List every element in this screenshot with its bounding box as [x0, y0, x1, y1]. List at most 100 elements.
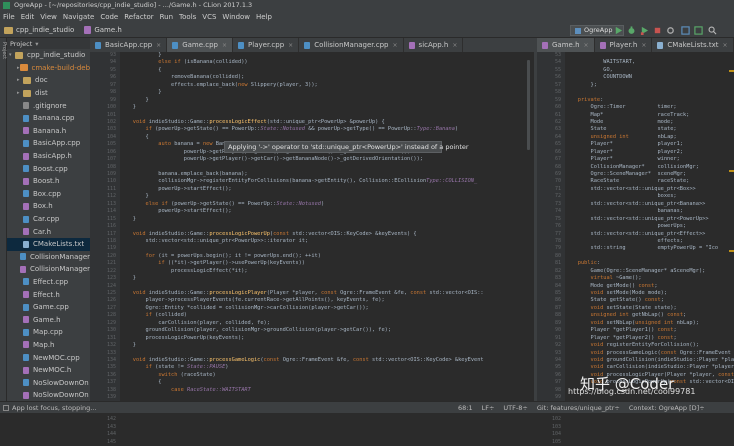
settings-icon[interactable]: [666, 26, 675, 35]
close-tab-icon[interactable]: ×: [156, 42, 161, 49]
line-number: 142: [106, 416, 116, 423]
breadcrumb-project[interactable]: cpp_indie_studio: [4, 26, 74, 34]
editor-tab[interactable]: BasicApp.cpp ×: [90, 38, 168, 52]
warning-stripe-marker[interactable]: [729, 170, 734, 172]
editor-tab[interactable]: Player.h ×: [595, 38, 653, 52]
menu-navigate[interactable]: Navigate: [63, 13, 94, 21]
line-number: 68: [554, 163, 561, 170]
git-branch[interactable]: Git: features/unique_ptr÷: [537, 404, 620, 412]
profile-icon[interactable]: [640, 26, 649, 35]
editor-tab[interactable]: Player.cpp ×: [233, 38, 300, 52]
project-tree-item[interactable]: Effect.h: [7, 288, 90, 301]
editor-tab[interactable]: CMakeLists.txt ×: [652, 38, 734, 52]
code-line: }: [120, 342, 136, 349]
breadcrumb-file[interactable]: Game.h: [84, 26, 122, 34]
stop-icon[interactable]: [653, 26, 662, 35]
project-tree-item-label: Car.h: [33, 227, 52, 236]
project-tree-item[interactable]: Car.cpp: [7, 213, 90, 226]
cmake-file-icon: [657, 41, 664, 49]
project-tree-item[interactable]: ▸cmake-build-debug: [7, 62, 90, 75]
editor-tab[interactable]: CollisionManager.cpp ×: [299, 38, 404, 52]
editor-tab[interactable]: sicApp.h ×: [404, 38, 464, 52]
project-tree-item[interactable]: CollisionManager: [7, 251, 90, 264]
close-tab-icon[interactable]: ×: [222, 42, 227, 49]
line-number: 93: [554, 349, 561, 356]
project-tree-item[interactable]: Map.cpp: [7, 326, 90, 339]
close-tab-icon[interactable]: ×: [288, 42, 293, 49]
project-tree-item[interactable]: NewMOC.h: [7, 364, 90, 377]
project-tree-item[interactable]: ▸ dist: [7, 87, 90, 100]
project-tree-item[interactable]: Effect.cpp: [7, 276, 90, 289]
header-file-icon: [23, 152, 29, 160]
header-file-icon: [23, 127, 29, 135]
project-tree-item[interactable]: NoSlowDownOn: [7, 389, 90, 401]
resolve-context[interactable]: Context: OgreApp [D]÷: [629, 404, 705, 412]
line-number: 77: [554, 230, 561, 237]
code-line: powerUp->getPlayer()->getCar()->getBanan…: [120, 156, 423, 163]
project-tree-item[interactable]: Boost.cpp: [7, 162, 90, 175]
project-tree-item[interactable]: ▾ cpp_indie_studio: [7, 49, 90, 62]
close-tab-icon[interactable]: ×: [452, 42, 457, 49]
project-tree-item[interactable]: Banana.h: [7, 125, 90, 138]
vcs-commit-icon[interactable]: [694, 26, 703, 35]
left-code-editor[interactable]: } else if (isBanana(collided)) { removeB…: [120, 52, 534, 401]
left-editor-scrollbar[interactable]: [527, 60, 530, 150]
project-tree-item[interactable]: BasicApp.cpp: [7, 137, 90, 150]
search-everywhere-icon[interactable]: [708, 26, 717, 35]
project-tree-item[interactable]: CMakeLists.txt: [7, 237, 90, 251]
project-tree-item[interactable]: CollisionManager: [7, 263, 90, 276]
editor-tab[interactable]: Game.h ×: [537, 38, 595, 52]
project-tree-item[interactable]: Banana.cpp: [7, 112, 90, 125]
close-tab-icon[interactable]: ×: [584, 42, 589, 49]
code-line: RaceState raceState;: [565, 178, 690, 185]
menu-refactor[interactable]: Refactor: [124, 13, 153, 21]
project-tree-item-label: BasicApp.cpp: [33, 139, 81, 148]
menu-code[interactable]: Code: [100, 13, 118, 21]
menu-view[interactable]: View: [40, 13, 57, 21]
line-separator[interactable]: LF÷: [482, 404, 495, 412]
close-tab-icon[interactable]: ×: [641, 42, 646, 49]
window-title-bar: OgreApp - [~/repositories/cpp_indie_stud…: [0, 0, 734, 11]
project-tree-item[interactable]: Game.cpp: [7, 301, 90, 314]
menu-window[interactable]: Window: [222, 13, 250, 21]
project-tree-item[interactable]: NoSlowDownOn: [7, 376, 90, 389]
warning-stripe-marker[interactable]: [729, 70, 734, 72]
project-tree-item[interactable]: Boost.h: [7, 175, 90, 188]
project-tree-item[interactable]: Car.h: [7, 225, 90, 238]
warning-stripe-marker[interactable]: [729, 250, 734, 252]
project-tree-item[interactable]: Map.h: [7, 339, 90, 352]
menu-help[interactable]: Help: [256, 13, 272, 21]
project-tool-window-button[interactable]: Project: [0, 42, 7, 59]
menu-vcs[interactable]: VCS: [202, 13, 216, 21]
project-tree-item[interactable]: BasicApp.h: [7, 150, 90, 163]
vcs-update-icon[interactable]: [681, 26, 690, 35]
editor-tab[interactable]: Game.cpp ×: [167, 38, 234, 52]
project-panel-header[interactable]: Project ▾: [7, 38, 90, 49]
project-tree-item[interactable]: Box.h: [7, 200, 90, 213]
project-tree-item-label: NewMOC.cpp: [33, 353, 80, 362]
menu-file[interactable]: File: [3, 13, 15, 21]
code-line: void registerEntityForCollision();: [590, 342, 699, 349]
project-tree-item[interactable]: Box.cpp: [7, 188, 90, 201]
project-tree-item[interactable]: NewMOC.cpp: [7, 351, 90, 364]
menu-edit[interactable]: Edit: [21, 13, 35, 21]
folder-icon: [15, 51, 23, 59]
project-tree-item[interactable]: Game.h: [7, 313, 90, 326]
menu-tools[interactable]: Tools: [179, 13, 196, 21]
editor-tab-label: CMakeLists.txt: [667, 41, 719, 49]
close-tab-icon[interactable]: ×: [393, 42, 398, 49]
run-icon[interactable]: [614, 26, 623, 35]
code-line: else if (isBanana(collided)): [158, 59, 248, 66]
debug-icon[interactable]: [627, 26, 636, 35]
close-tab-icon[interactable]: ×: [722, 42, 727, 49]
file-encoding[interactable]: UTF-8÷: [503, 404, 527, 412]
menu-run[interactable]: Run: [160, 13, 173, 21]
line-number: 121: [106, 260, 116, 267]
tool-windows-toggle-icon[interactable]: [3, 405, 9, 411]
project-tree-item[interactable]: .gitignore: [7, 99, 90, 112]
project-tree-item[interactable]: ▸ doc: [7, 74, 90, 87]
right-code-editor[interactable]: WAITSTART, GO, COUNTDOWN }; private: Ogr…: [565, 52, 734, 401]
caret-position[interactable]: 68:1: [458, 404, 473, 412]
